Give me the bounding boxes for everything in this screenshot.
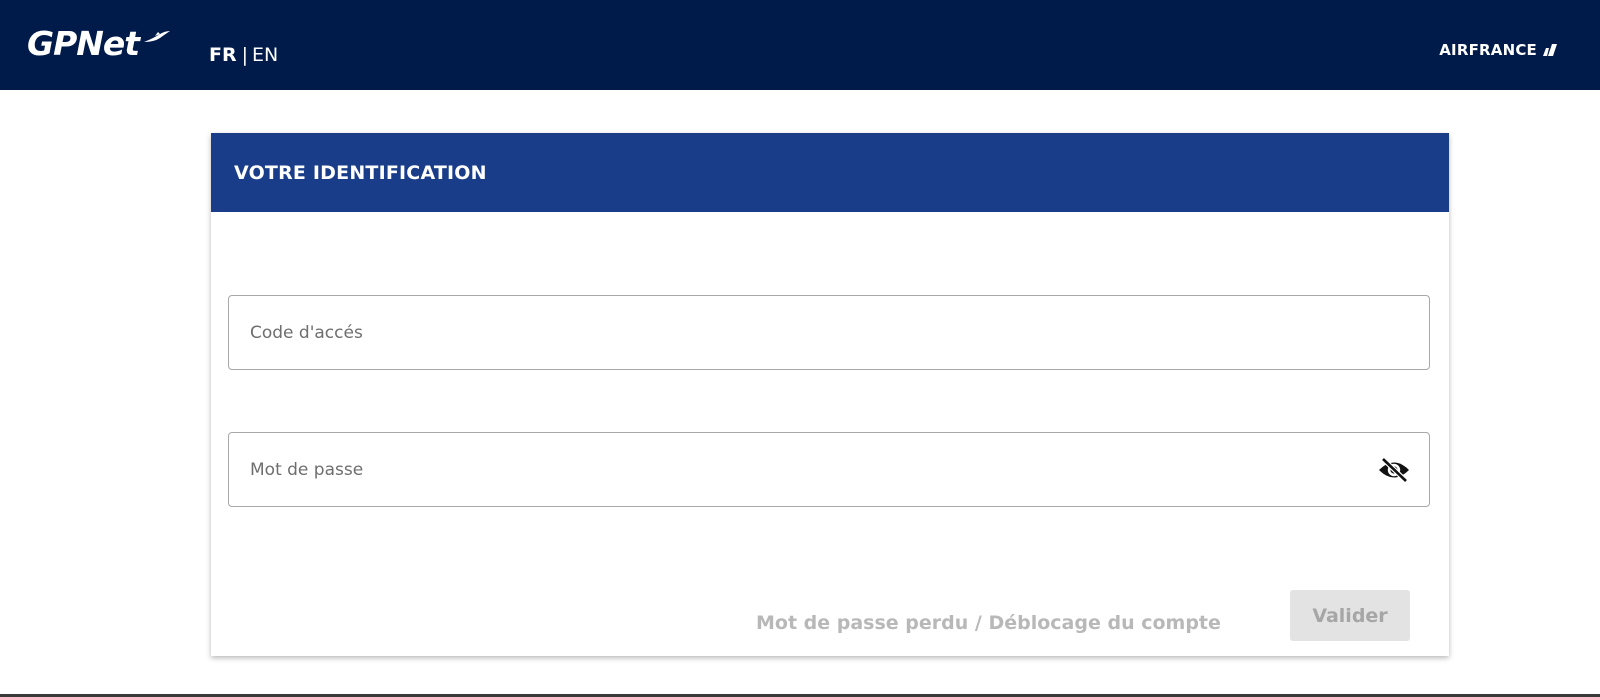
forgot-password-link[interactable]: Mot de passe perdu / Déblocage du compte bbox=[756, 612, 1221, 634]
language-separator: | bbox=[241, 44, 249, 66]
airfrance-stripe-icon bbox=[1543, 44, 1557, 56]
airfrance-logo: AIRFRANCE bbox=[1439, 41, 1558, 59]
language-switcher: FR | EN bbox=[209, 44, 278, 66]
logo-bird-icon bbox=[144, 31, 170, 42]
language-fr-link[interactable]: FR bbox=[209, 44, 237, 66]
login-card-header: VOTRE IDENTIFICATION bbox=[211, 133, 1449, 212]
password-input[interactable] bbox=[229, 458, 1352, 481]
password-field[interactable] bbox=[228, 432, 1430, 507]
language-en-link[interactable]: EN bbox=[252, 44, 278, 66]
access-code-input[interactable] bbox=[229, 321, 1352, 344]
top-navigation-bar: GPNet FR | EN AIRFRANCE bbox=[0, 0, 1600, 90]
login-title: VOTRE IDENTIFICATION bbox=[234, 161, 487, 184]
airfrance-wordmark: AIRFRANCE bbox=[1439, 41, 1537, 59]
access-code-field[interactable] bbox=[228, 295, 1430, 370]
login-card: VOTRE IDENTIFICATION Mot de passe perdu … bbox=[211, 133, 1449, 656]
submit-button[interactable]: Valider bbox=[1290, 590, 1410, 641]
eye-off-icon[interactable] bbox=[1377, 456, 1411, 484]
gpnet-logo[interactable]: GPNet bbox=[27, 24, 140, 63]
